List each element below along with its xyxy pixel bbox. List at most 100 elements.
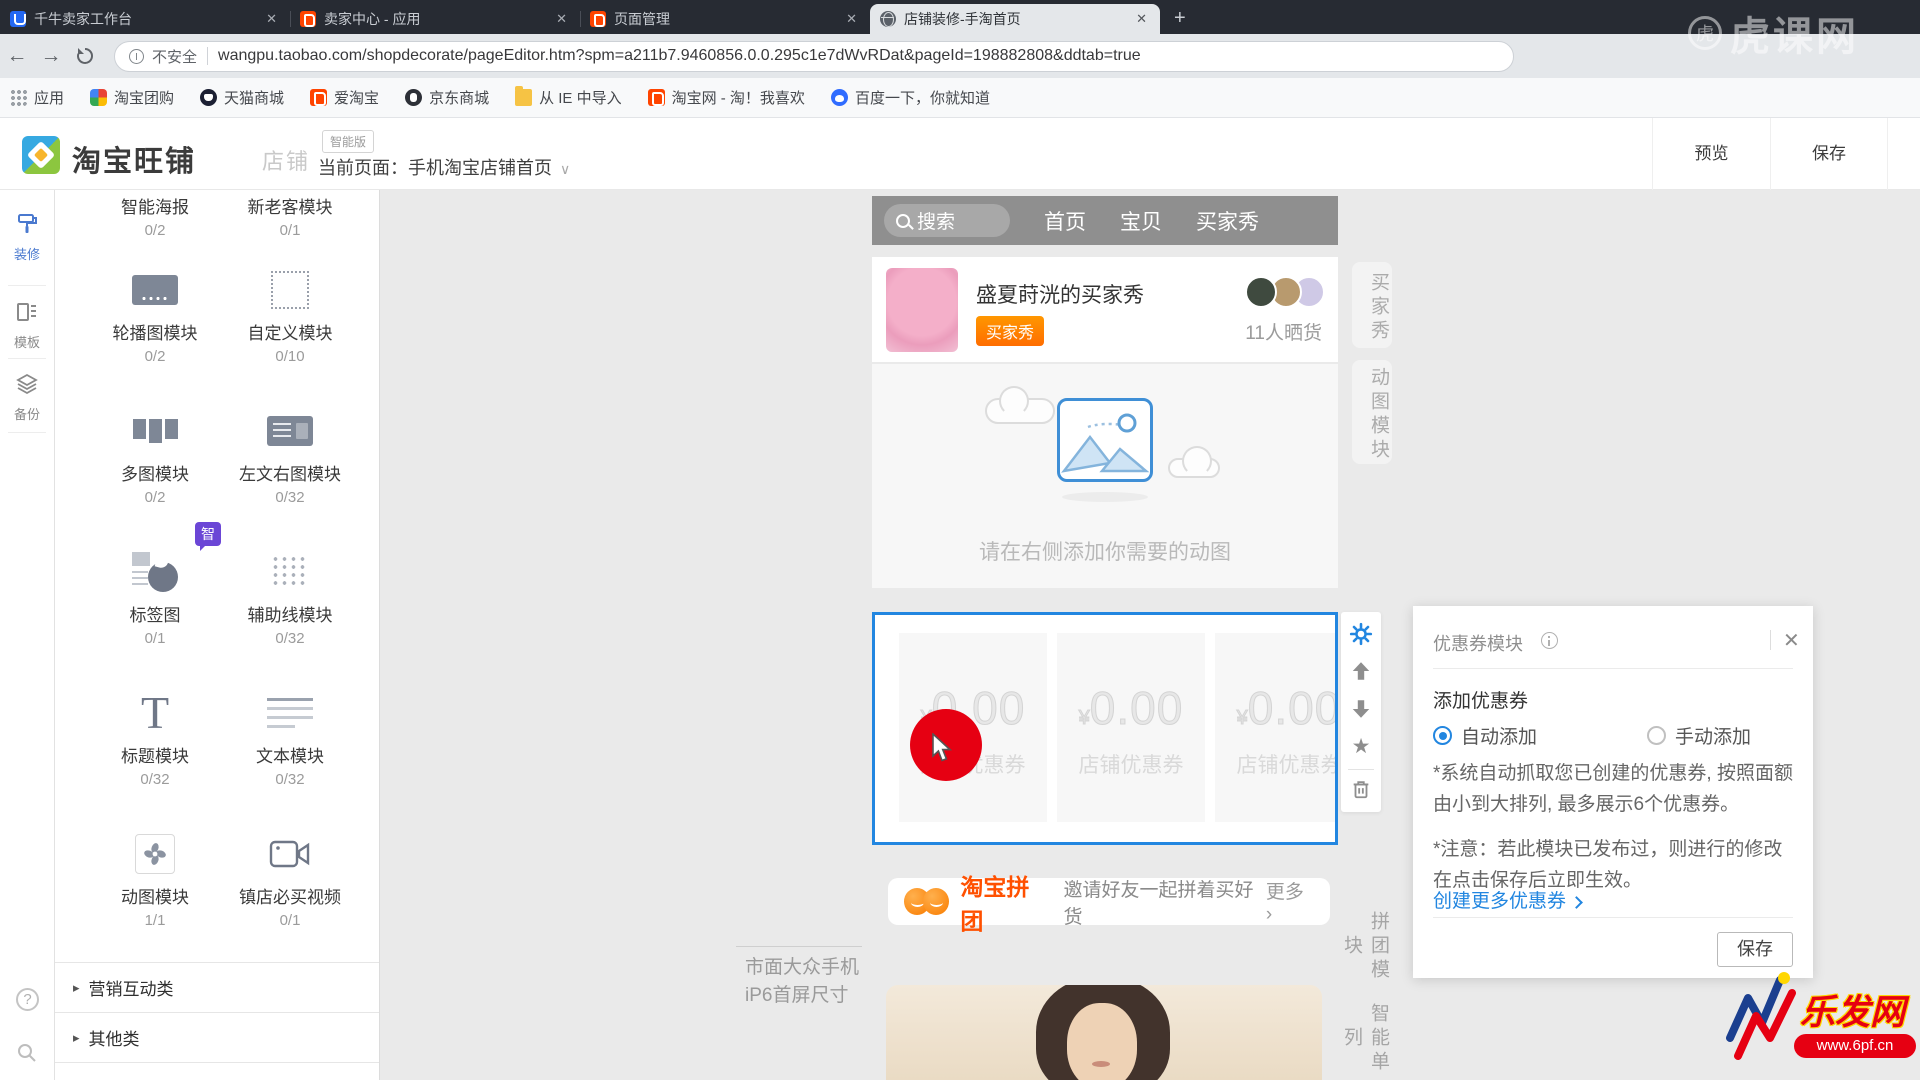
star-icon[interactable]: ★ <box>1341 736 1381 757</box>
module-item-title[interactable]: T 标题模块 0/32 <box>90 681 220 788</box>
section-clipped[interactable]: ▸ <box>55 1062 379 1080</box>
vertical-tab-buyer-show[interactable]: 买家秀 <box>1352 262 1392 348</box>
tab-seller-center[interactable]: 卖家中心 - 应用 ✕ <box>290 4 580 34</box>
info-icon[interactable] <box>129 49 144 64</box>
model-face <box>1067 1003 1137 1080</box>
vertical-tab-smart-single-column[interactable]: 智能单列 <box>1352 997 1392 1075</box>
bookmark-jd[interactable]: 京东商城 <box>405 87 489 108</box>
sidebar-item-backup[interactable]: 备份 <box>0 372 54 423</box>
coupon-currency: ¥ <box>1079 707 1090 729</box>
bookmark-tmall[interactable]: 天猫商城 <box>200 87 284 108</box>
shop-label: 店铺 <box>262 144 310 176</box>
new-tab-button[interactable]: + <box>1174 7 1186 30</box>
magnifier-icon[interactable] <box>16 1042 38 1064</box>
jd-icon <box>405 89 422 106</box>
section-others[interactable]: ▸ 其他类 <box>55 1012 379 1062</box>
module-item-custom[interactable]: 自定义模块 0/10 <box>225 258 355 365</box>
folder-icon <box>515 89 532 106</box>
module-item-multi-image[interactable]: 多图模块 0/2 <box>90 399 220 506</box>
divider <box>8 358 46 359</box>
phone-tab-buyer-show[interactable]: 买家秀 <box>1196 206 1259 236</box>
sidebar-item-decorate[interactable]: 装修 <box>0 212 54 263</box>
forward-icon[interactable]: → <box>34 44 68 68</box>
close-icon[interactable]: ✕ <box>843 11 860 27</box>
coupon-module-selected[interactable]: ¥0.00 店铺优惠券 ¥0.00 店铺优惠券 ¥0.00 店铺优惠券 <box>872 612 1338 845</box>
phone-tab-home[interactable]: 首页 <box>1044 206 1086 236</box>
current-page-selector[interactable]: 当前页面：手机淘宝店铺首页∨ <box>318 154 570 180</box>
module-item-new-old-customer[interactable]: 新老客模块 0/1 <box>225 190 355 239</box>
phone-search-pill[interactable]: 搜索 <box>884 204 1010 237</box>
coupon-card[interactable]: ¥0.00 店铺优惠券 <box>1215 633 1338 822</box>
coupon-card[interactable]: ¥0.00 店铺优惠券 <box>1057 633 1205 822</box>
help-icon[interactable]: ? <box>16 988 39 1011</box>
bookmark-taobao-tuangou[interactable]: 淘宝团购 <box>90 87 174 108</box>
sidebar-item-template[interactable]: 模板 <box>0 300 54 351</box>
bookmark-taobao[interactable]: 淘宝网 - 淘！我喜欢 <box>648 87 805 108</box>
trash-icon[interactable] <box>1341 778 1381 805</box>
close-icon[interactable]: ✕ <box>263 11 280 27</box>
url-text[interactable]: wangpu.taobao.com/shopdecorate/pageEdito… <box>218 47 1141 65</box>
gif-module-placeholder[interactable]: 请在右侧添加你需要的动图 <box>872 364 1338 588</box>
coupon-settings-panel: 优惠券模块 ✕ 添加优惠券 自动添加 手动添加 *系统自动抓取您已创建的优惠券,… <box>1413 606 1813 978</box>
close-icon[interactable]: ✕ <box>1783 628 1800 653</box>
divider <box>1433 668 1793 669</box>
section-arrow-icon: ▸ <box>73 980 80 996</box>
section-marketing-interactive[interactable]: ▸ 营销互动类 <box>55 962 379 1012</box>
module-item-must-buy-video[interactable]: 镇店必买视频 0/1 <box>225 822 355 929</box>
buyer-show-module[interactable]: 盛夏莳洸的买家秀 买家秀 11人晒货 <box>872 257 1338 362</box>
gif-module-icon <box>135 834 175 874</box>
radio-auto-add[interactable] <box>1433 726 1452 745</box>
buyer-show-title: 盛夏莳洸的买家秀 <box>976 279 1144 309</box>
address-bar[interactable]: 不安全 wangpu.taobao.com/shopdecorate/pageE… <box>114 41 1514 72</box>
product-photo-module[interactable] <box>886 985 1322 1080</box>
move-up-icon[interactable] <box>1341 660 1381 687</box>
module-item-guideline[interactable]: 辅助线模块 0/32 <box>225 540 355 647</box>
info-icon[interactable] <box>1541 632 1558 649</box>
video-module-icon <box>269 838 311 870</box>
bookmark-aitaobao[interactable]: 爱淘宝 <box>310 87 379 108</box>
pintuan-more-link[interactable]: 更多 › <box>1266 877 1314 926</box>
radio-auto-label[interactable]: 自动添加 <box>1461 722 1537 749</box>
search-icon <box>896 214 910 228</box>
back-icon[interactable]: ← <box>0 44 34 68</box>
panel-save-button[interactable]: 保存 <box>1717 932 1793 967</box>
tab-qianniu-workbench[interactable]: 千牛卖家工作台 ✕ <box>0 4 290 34</box>
pintuan-desc: 邀请好友一起拼着买好货 <box>1063 875 1265 929</box>
module-item-tag-image[interactable]: 标签图 0/1 <box>90 540 220 647</box>
security-label: 不安全 <box>152 46 197 67</box>
shadow <box>1062 492 1148 502</box>
pintuan-module[interactable]: 淘宝拼团 邀请好友一起拼着买好货 更多 › <box>888 878 1330 925</box>
bookmark-baidu[interactable]: 百度一下，你就知道 <box>831 87 990 108</box>
pintuan-brand: 淘宝拼团 <box>960 868 1049 936</box>
reload-icon[interactable] <box>68 46 102 66</box>
taobao-icon <box>648 89 665 106</box>
module-item-smart-poster[interactable]: 智能海报 0/2 <box>90 190 220 239</box>
vertical-tab-gif-module[interactable]: 动图模块 <box>1352 360 1392 464</box>
radio-manual-add[interactable] <box>1647 726 1666 745</box>
module-item-gif[interactable]: 动图模块 1/1 <box>90 822 220 929</box>
create-more-coupons-link[interactable]: 创建更多优惠券 <box>1433 886 1581 913</box>
hukewang-watermark: 虎 虎课网 <box>1688 4 1859 62</box>
apps-grid-icon <box>10 89 27 106</box>
module-item-left-text-right-pic[interactable]: 左文右图模块 0/32 <box>225 399 355 506</box>
layers-icon <box>15 372 39 396</box>
preview-button[interactable]: 预览 <box>1652 118 1770 190</box>
close-icon[interactable]: ✕ <box>1133 11 1150 27</box>
gear-icon[interactable] <box>1341 622 1381 651</box>
add-mode-radio-group: 自动添加 手动添加 <box>1433 722 1751 749</box>
bookmark-apps[interactable]: 应用 <box>10 87 64 108</box>
tab-shop-decorate-active[interactable]: 店铺装修-手淘首页 ✕ <box>870 4 1160 34</box>
phone-tab-items[interactable]: 宝贝 <box>1120 206 1162 236</box>
buyer-show-thumbnail <box>886 268 958 352</box>
radio-manual-label[interactable]: 手动添加 <box>1675 722 1751 749</box>
close-icon[interactable]: ✕ <box>553 11 570 27</box>
module-item-carousel[interactable]: 轮播图模块 0/2 <box>90 258 220 365</box>
vertical-tab-pintuan-module[interactable]: 拼团模块 <box>1352 895 1392 993</box>
move-down-icon[interactable] <box>1341 698 1381 725</box>
module-item-text[interactable]: 文本模块 0/32 <box>225 681 355 788</box>
save-button[interactable]: 保存 <box>1770 118 1888 190</box>
bookmark-import-ie[interactable]: 从 IE 中导入 <box>515 87 622 108</box>
tab-page-management[interactable]: 页面管理 ✕ <box>580 4 870 34</box>
phone-top-bar: 搜索 首页 宝贝 买家秀 <box>872 196 1338 245</box>
taobao-icon <box>300 11 316 27</box>
